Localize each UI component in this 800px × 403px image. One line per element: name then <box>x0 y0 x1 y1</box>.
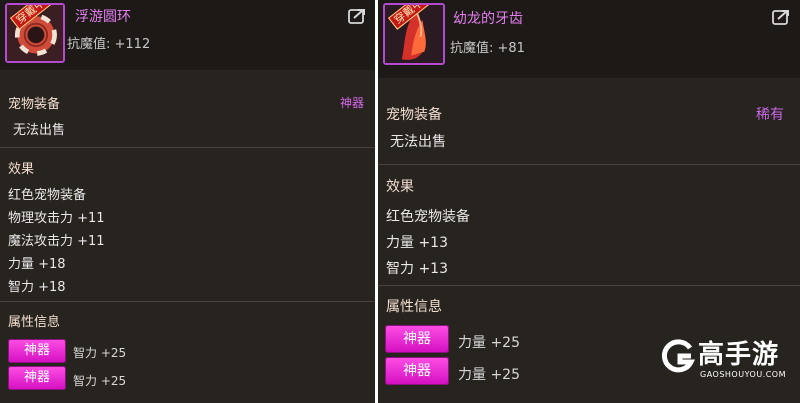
item-name: 幼龙的牙齿 <box>453 11 523 27</box>
attr-value: 智力 +25 <box>73 346 127 360</box>
magic-resist-stat: 抗魔值: +112 <box>67 37 151 52</box>
artifact-badge-button[interactable]: 神器 <box>8 339 66 363</box>
effect-line: 红色宠物装备 <box>8 188 87 203</box>
item-icon-frame[interactable]: 穿戴中 <box>383 3 445 65</box>
gaoshouyou-logo-icon <box>661 339 696 373</box>
pet-equip-heading: 宠物装备 <box>8 97 61 112</box>
divider <box>378 285 800 286</box>
divider <box>0 301 375 302</box>
artifact-badge-button[interactable]: 神器 <box>8 366 66 390</box>
share-icon[interactable] <box>348 8 366 24</box>
attr-value: 力量 +25 <box>458 367 520 383</box>
item-tooltip-right: 穿戴中 幼龙的牙齿 抗魔值: +81 宠物装备 稀有 无法出售 效果 红色宠物装… <box>378 0 800 403</box>
artifact-badge-button[interactable]: 神器 <box>385 325 449 353</box>
share-icon[interactable] <box>772 9 790 25</box>
effect-line: 物理攻击力 +11 <box>8 211 105 226</box>
effect-heading: 效果 <box>386 179 414 195</box>
rarity-label: 稀有 <box>756 107 784 123</box>
pet-equip-heading: 宠物装备 <box>386 107 442 123</box>
watermark-brand: 高手游 <box>698 340 780 370</box>
effect-line: 力量 +18 <box>8 257 66 272</box>
effect-line: 智力 +13 <box>386 261 448 277</box>
divider <box>0 147 375 148</box>
watermark-domain: GAOSHOUYOU.COM <box>700 370 787 379</box>
sell-status: 无法出售 <box>390 134 446 150</box>
attr-heading: 属性信息 <box>386 299 442 315</box>
magic-resist-stat: 抗魔值: +81 <box>450 41 525 56</box>
divider <box>378 164 800 165</box>
item-header: 穿戴中 幼龙的牙齿 抗魔值: +81 <box>378 0 800 78</box>
sell-status: 无法出售 <box>13 123 66 138</box>
item-icon-frame[interactable]: 穿戴中 <box>5 3 65 63</box>
site-watermark: 高手游 GAOSHOUYOU.COM <box>660 334 786 389</box>
item-header: 穿戴中 浮游圆环 抗魔值: +112 <box>0 0 375 70</box>
attr-value: 智力 +25 <box>73 374 127 388</box>
rarity-label: 神器 <box>339 96 364 110</box>
effect-line: 红色宠物装备 <box>386 209 470 225</box>
item-tooltip-left: 穿戴中 浮游圆环 抗魔值: +112 宠物装备 神器 无法出售 效果 红色宠物装… <box>0 0 375 403</box>
artifact-badge-button[interactable]: 神器 <box>385 357 449 385</box>
effect-line: 力量 +13 <box>386 235 448 251</box>
effect-line: 智力 +18 <box>8 280 66 295</box>
attr-heading: 属性信息 <box>8 315 61 330</box>
item-name: 浮游圆环 <box>75 9 131 25</box>
effect-line: 魔法攻击力 +11 <box>8 234 105 249</box>
effect-heading: 效果 <box>8 162 35 177</box>
attr-value: 力量 +25 <box>458 335 520 351</box>
